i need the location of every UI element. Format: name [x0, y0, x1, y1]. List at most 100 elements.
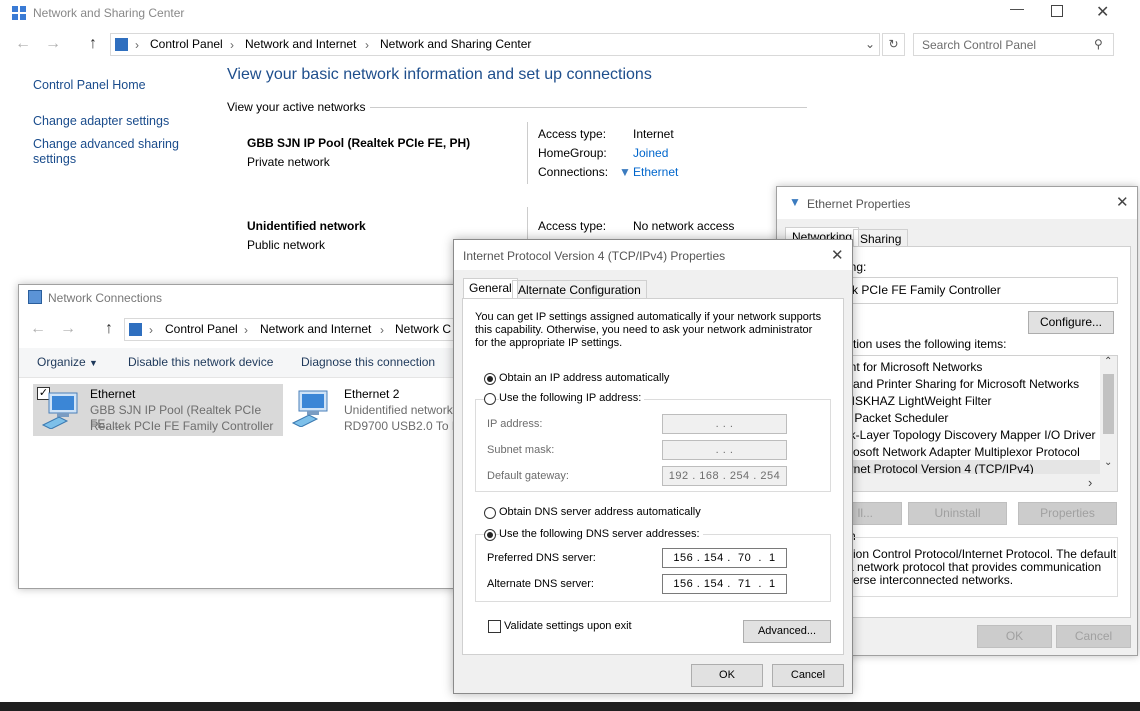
network1-type: Private network — [247, 155, 330, 169]
ep-desc-line3: verse interconnected networks. — [847, 573, 1014, 587]
breadcrumb-control-panel[interactable]: Control Panel — [150, 37, 223, 51]
intro-line3: for the appropriate IP settings. — [475, 337, 623, 349]
subnet-mask-label: Subnet mask: — [487, 444, 555, 456]
alternate-dns-label: Alternate DNS server: — [487, 578, 594, 590]
vertical-divider — [527, 122, 528, 184]
forward-button[interactable]: → — [45, 35, 61, 53]
tab-general[interactable]: General — [463, 278, 518, 299]
radio-auto-ip-label[interactable]: Obtain an IP address automatically — [499, 372, 669, 384]
scroll-right-icon[interactable]: › — [1088, 475, 1092, 490]
network1-name: GBB SJN IP Pool (Realtek PCIe FE, PH) — [247, 136, 471, 150]
organize-button[interactable]: Organize ▼ — [37, 355, 98, 369]
sidebar-change-sharing[interactable]: Change advanced sharing — [33, 137, 179, 151]
up-button[interactable]: ↑ — [89, 35, 97, 53]
nc-address-bar[interactable]: › Control Panel › Network and Internet ›… — [124, 318, 494, 341]
ethernet-icon: ▼ — [619, 165, 631, 179]
connections-label: Connections: — [538, 165, 609, 179]
list-item[interactable]: nk-Layer Topology Discovery Mapper I/O D… — [843, 428, 1096, 442]
ep-cancel-button[interactable]: Cancel — [1056, 625, 1131, 648]
search-input[interactable]: Search Control Panel — [922, 38, 1036, 52]
nc-back-button[interactable]: ← — [30, 320, 46, 338]
tab-alternate-configuration[interactable]: Alternate Configuration — [512, 280, 647, 298]
back-button[interactable]: ← — [15, 35, 31, 53]
address-bar[interactable]: › Control Panel › Network and Internet ›… — [110, 33, 880, 56]
search-icon: ⚲ — [1094, 37, 1103, 51]
scroll-thumb[interactable] — [1103, 374, 1114, 434]
radio-manual-dns-label[interactable]: Use the following DNS server addresses: — [499, 528, 703, 540]
scroll-up-icon[interactable]: ⌃ — [1104, 356, 1112, 367]
network-connections-window: Network Connections ← → ↑ › Control Pane… — [18, 284, 494, 589]
ep-desc-line1: sion Control Protocol/Internet Protocol.… — [847, 547, 1117, 561]
alternate-dns-field[interactable]: 156 . 154 . 71 . 1 — [662, 574, 787, 594]
properties-button[interactable]: Properties — [1018, 502, 1117, 525]
breadcrumb-nsc[interactable]: Network and Sharing Center — [380, 37, 531, 51]
refresh-button[interactable]: ↻ — [882, 33, 905, 56]
adapter-line2: Realtek PCIe FE Family Controller — [90, 419, 274, 433]
validate-checkbox[interactable] — [488, 620, 501, 633]
advanced-button[interactable]: Advanced... — [743, 620, 831, 643]
access-type-value: Internet — [633, 127, 674, 141]
ep-adapter-name: tek PCIe FE Family Controller — [842, 283, 1001, 297]
page-title: View your basic network information and … — [227, 66, 652, 83]
radio-auto-dns[interactable] — [484, 507, 496, 519]
ep-items-label: ction uses the following items: — [847, 337, 1007, 351]
gateway-field[interactable]: 192 . 168 . 254 . 254 — [662, 466, 787, 486]
horizontal-scrollbar[interactable]: › — [818, 474, 1117, 491]
radio-auto-ip[interactable] — [484, 373, 496, 385]
ep-tab-sharing[interactable]: Sharing — [853, 229, 909, 247]
disable-device-button[interactable]: Disable this network device — [128, 355, 273, 369]
configure-button[interactable]: Configure... — [1028, 311, 1114, 334]
adapter2-name: Ethernet 2 — [344, 387, 400, 401]
ipv4-title: Internet Protocol Version 4 (TCP/IPv4) P… — [463, 249, 726, 263]
ep-ok-button[interactable]: OK — [977, 625, 1052, 648]
ep-close-button[interactable]: ✕ — [1116, 193, 1129, 211]
list-item[interactable]: crosoft Network Adapter Multiplexor Prot… — [843, 445, 1080, 459]
list-item[interactable]: DISKHAZ LightWeight Filter — [843, 394, 992, 408]
cancel-button[interactable]: Cancel — [772, 664, 844, 687]
sidebar-change-adapter[interactable]: Change adapter settings — [33, 114, 169, 128]
homegroup-link[interactable]: Joined — [633, 146, 668, 160]
ep-items-list[interactable]: ent for Microsoft Networks e and Printer… — [817, 355, 1118, 492]
uninstall-button[interactable]: Uninstall — [908, 502, 1007, 525]
close-button[interactable]: ✕ — [1096, 2, 1109, 22]
minimize-button[interactable]: — — [1006, 0, 1028, 24]
ipv4-close-button[interactable]: ✕ — [831, 246, 844, 264]
radio-manual-dns[interactable] — [484, 529, 496, 541]
radio-manual-ip-label[interactable]: Use the following IP address: — [499, 392, 645, 404]
taskbar — [0, 702, 1140, 711]
nc-app-icon — [28, 290, 42, 304]
nc-breadcrumb-network-internet[interactable]: Network and Internet — [260, 322, 371, 336]
nc-forward-button[interactable]: → — [60, 320, 76, 338]
connection-link[interactable]: Ethernet — [633, 165, 678, 179]
sidebar-change-sharing-2[interactable]: settings — [33, 152, 76, 166]
search-box[interactable]: Search Control Panel ⚲ — [913, 33, 1114, 56]
nc-breadcrumb-network-connections[interactable]: Network C — [395, 322, 451, 336]
ip-address-field[interactable]: . . . — [662, 414, 787, 434]
diagnose-button[interactable]: Diagnose this connection — [301, 355, 435, 369]
ep-adapter-box: tek PCIe FE Family Controller — [817, 277, 1118, 304]
adapter-ethernet[interactable]: ✓ Ethernet GBB SJN IP Pool (Realtek PCIe… — [33, 384, 283, 436]
chevron-down-icon[interactable]: ⌄ — [865, 37, 875, 51]
nc-breadcrumb-control-panel[interactable]: Control Panel — [165, 322, 238, 336]
adapter-name: Ethernet — [90, 387, 136, 401]
breadcrumb-network-internet[interactable]: Network and Internet — [245, 37, 356, 51]
homegroup-label: HomeGroup: — [538, 146, 607, 160]
radio-auto-dns-label[interactable]: Obtain DNS server address automatically — [499, 506, 701, 518]
access-type-label-2: Access type: — [538, 219, 607, 233]
scroll-down-icon[interactable]: ⌄ — [1104, 457, 1112, 468]
list-item[interactable]: S Packet Scheduler — [843, 411, 948, 425]
preferred-dns-label: Preferred DNS server: — [487, 552, 596, 564]
subnet-mask-field[interactable]: . . . — [662, 440, 787, 460]
nsc-title: Network and Sharing Center — [33, 6, 185, 20]
sidebar-control-panel-home[interactable]: Control Panel Home — [33, 78, 146, 92]
list-item[interactable]: ent for Microsoft Networks — [843, 360, 982, 374]
ok-button[interactable]: OK — [691, 664, 763, 687]
list-item[interactable]: e and Printer Sharing for Microsoft Netw… — [843, 377, 1079, 391]
nc-up-button[interactable]: ↑ — [105, 320, 113, 338]
vertical-scrollbar[interactable]: ⌃ ⌄ — [1100, 356, 1117, 474]
maximize-button[interactable] — [1051, 5, 1063, 17]
radio-manual-ip[interactable] — [484, 393, 496, 405]
validate-label[interactable]: Validate settings upon exit — [504, 620, 632, 632]
preferred-dns-field[interactable]: 156 . 154 . 70 . 1 — [662, 548, 787, 568]
nc-control-panel-icon — [129, 323, 142, 336]
